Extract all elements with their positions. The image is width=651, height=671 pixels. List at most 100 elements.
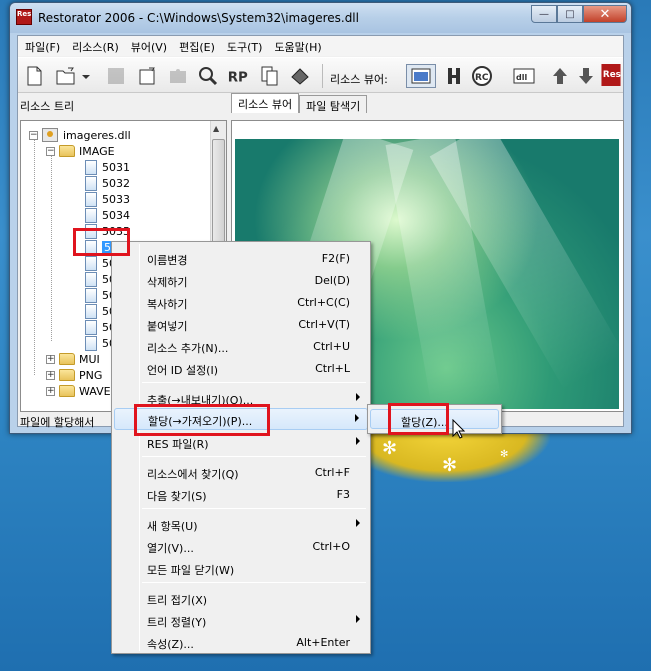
menu-item-close-all[interactable]: 모든 파일 닫기(W) [114, 558, 368, 578]
tree-folder-image[interactable]: − IMAGE [46, 143, 115, 159]
toolbar-separator [322, 64, 323, 88]
expand-icon[interactable]: + [46, 386, 55, 396]
tree-line [34, 135, 35, 375]
viewer-mode-icon[interactable] [406, 64, 436, 88]
tree-item-label: 5033 [102, 192, 130, 206]
title-bar[interactable]: Res Restorator 2006 - C:\Windows\System3… [10, 3, 631, 33]
tree-item[interactable]: 5031 [85, 159, 130, 175]
menu-tools[interactable]: 도구(T) [222, 36, 270, 56]
dropdown-arrow-icon[interactable] [80, 64, 92, 88]
menu-item-properties[interactable]: 속성(Z)... Alt+Enter [114, 632, 368, 652]
menu-item-add-resource[interactable]: 리소스 추가(N)... Ctrl+U [114, 336, 368, 356]
folder-icon [59, 353, 75, 365]
menu-item-copy[interactable]: 복사하기 Ctrl+C(C) [114, 292, 368, 312]
image-file-icon [85, 271, 97, 287]
save-icon[interactable] [104, 64, 128, 88]
new-icon[interactable] [22, 64, 46, 88]
puzzle-icon[interactable] [166, 64, 190, 88]
image-file-icon [85, 319, 97, 335]
tab-file-explorer[interactable]: 파일 탐색기 [299, 95, 368, 113]
up-arrow-icon[interactable] [548, 64, 572, 88]
tree-header: 리소스 트리 [20, 100, 75, 113]
tree-item[interactable]: 5033 [85, 191, 130, 207]
svg-text:dll: dll [516, 73, 527, 82]
dll-icon[interactable]: dll [512, 64, 536, 88]
tree-item-label: 5035 [102, 224, 130, 238]
svg-text:Res: Res [603, 70, 621, 80]
menu-item-language-id[interactable]: 언어 ID 설정(I) Ctrl+L [114, 358, 368, 378]
tree-item-label: 5031 [102, 160, 130, 174]
scroll-up-icon[interactable]: ▲ [213, 124, 219, 133]
folder-icon [59, 369, 75, 381]
image-file-icon [85, 191, 97, 207]
tab-resource-viewer[interactable]: 리소스 뷰어 [231, 93, 300, 113]
search-icon[interactable] [196, 64, 220, 88]
tree-item[interactable]: 5034 [85, 207, 130, 223]
image-file-icon [85, 175, 97, 191]
menu-edit[interactable]: 편집(E) [174, 36, 222, 56]
assign-submenu: 할당(Z)... [367, 404, 502, 434]
context-menu: 이름변경 F2(F) 삭제하기 Del(D) 복사하기 Ctrl+C(C) 붙여넣기 C… [111, 241, 371, 654]
hex-icon[interactable] [442, 64, 466, 88]
tree-item[interactable]: 5032 [85, 175, 130, 191]
menu-item-paste[interactable]: 붙여넣기 Ctrl+V(T) [114, 314, 368, 334]
image-file-icon [85, 159, 97, 175]
flower-icon: ✻ [382, 438, 398, 459]
collapse-icon[interactable]: − [29, 130, 38, 140]
tree-root[interactable]: − imageres.dll [29, 127, 131, 143]
tree-folder-png[interactable]: + PNG [46, 367, 102, 383]
maximize-button[interactable]: □ [557, 5, 583, 23]
menu-item-res-file[interactable]: RES 파일(R) [114, 432, 368, 452]
menu-item-find[interactable]: 리소스에서 찾기(Q) Ctrl+F [114, 462, 368, 482]
dll-file-icon [42, 128, 58, 142]
toolbar: RP 리소스 뷰어: RC dll Res [18, 57, 623, 93]
menu-item-open[interactable]: 열기(V)... Ctrl+O [114, 536, 368, 556]
menu-item-find-next[interactable]: 다음 찾기(S) F3 [114, 484, 368, 504]
tree-item-label: 5032 [102, 176, 130, 190]
collapse-icon[interactable]: − [46, 146, 55, 156]
tree-item-label: 5034 [102, 208, 130, 222]
minimize-button[interactable]: — [531, 5, 557, 23]
book-icon[interactable] [288, 64, 312, 88]
rc-icon[interactable]: RC [470, 64, 494, 88]
tree-item[interactable]: 5035 [85, 223, 130, 239]
folder-label: PNG [79, 368, 103, 382]
flower-icon: ✻ [442, 455, 458, 476]
folder-icon [59, 385, 75, 397]
menu-item-sort-tree[interactable]: 트리 정렬(Y) [114, 610, 368, 630]
menu-bar: 파일(F) 리소스(R) 뷰어(V) 편집(E) 도구(T) 도움말(H) [18, 36, 623, 56]
menu-item-new[interactable]: 새 항목(U) [114, 514, 368, 534]
menu-separator [142, 382, 366, 383]
rp-icon[interactable]: RP [224, 64, 252, 88]
image-file-icon [85, 335, 97, 351]
app-icon[interactable]: Res [16, 9, 32, 25]
open-folder-icon[interactable] [54, 64, 78, 88]
image-file-icon [85, 239, 97, 255]
copy-icon[interactable] [258, 64, 282, 88]
tree-folder-mui[interactable]: + MUI [46, 351, 100, 367]
mouse-cursor-icon [452, 419, 466, 439]
export-icon[interactable] [136, 64, 160, 88]
menu-help[interactable]: 도움말(H) [269, 36, 328, 56]
image-file-icon [85, 303, 97, 319]
res-logo-icon[interactable]: Res [598, 60, 624, 90]
menu-item-extract[interactable]: 추출(→내보내기)(O)... [114, 388, 368, 408]
menu-resource[interactable]: 리소스(R) [67, 36, 126, 56]
folder-icon [59, 145, 75, 157]
submenu-arrow-icon [356, 519, 360, 527]
close-button[interactable]: ✕ [583, 5, 627, 23]
menu-item-collapse-tree[interactable]: 트리 접기(X) [114, 588, 368, 608]
down-arrow-icon[interactable] [574, 64, 598, 88]
tree-folder-wave[interactable]: + WAVE [46, 383, 111, 399]
image-file-icon [85, 255, 97, 271]
menu-item-rename[interactable]: 이름변경 F2(F) [114, 248, 368, 268]
expand-icon[interactable]: + [46, 370, 55, 380]
menu-item-delete[interactable]: 삭제하기 Del(D) [114, 270, 368, 290]
menu-viewer[interactable]: 뷰어(V) [126, 36, 174, 56]
folder-label: IMAGE [79, 144, 115, 158]
submenu-item-assign[interactable]: 할당(Z)... [370, 409, 499, 429]
menu-file[interactable]: 파일(F) [20, 36, 67, 56]
menu-item-assign[interactable]: 할당(→가져오기)(P)... [114, 408, 368, 430]
expand-icon[interactable]: + [46, 354, 55, 364]
image-file-icon [85, 207, 97, 223]
